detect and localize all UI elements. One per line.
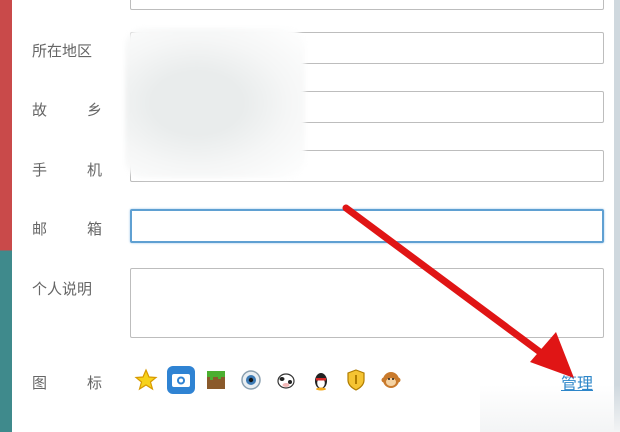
annotation-arrow: [342, 204, 574, 378]
